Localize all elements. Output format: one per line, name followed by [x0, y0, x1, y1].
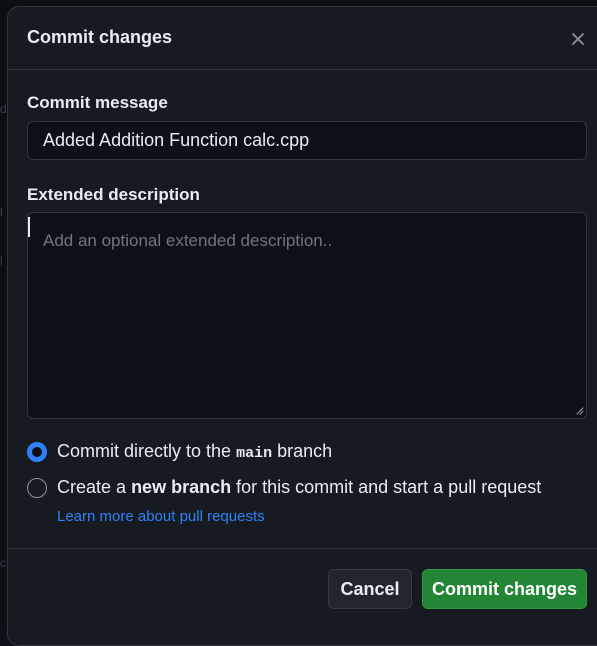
new-branch-label: Create a new branch for this commit and … [57, 477, 542, 497]
radio-unchecked-icon[interactable] [27, 477, 47, 498]
close-button[interactable] [565, 26, 591, 52]
dialog-header: Commit changes [7, 6, 597, 70]
learn-more-link[interactable]: Learn more about pull requests [57, 508, 265, 525]
text-caret [28, 217, 30, 237]
commit-message-input[interactable] [27, 121, 587, 160]
commit-message-label: Commit message [27, 93, 168, 112]
extended-description-textarea[interactable] [27, 212, 587, 419]
new-branch-option[interactable]: Create a new branch for this commit and … [27, 477, 541, 498]
new-branch-emphasis: new branch [131, 477, 232, 497]
commit-changes-button[interactable]: Commit changes [422, 569, 587, 609]
background-fragment: l [0, 254, 3, 268]
background-fragment: l [0, 205, 3, 219]
commit-direct-label: Commit directly to the main branch [57, 441, 333, 462]
branch-name: main [236, 445, 273, 462]
commit-direct-option[interactable]: Commit directly to the main branch [27, 441, 332, 462]
footer-divider [7, 548, 597, 549]
dialog-title: Commit changes [27, 27, 173, 47]
radio-checked-icon[interactable] [27, 441, 47, 462]
extended-description-label: Extended description [27, 185, 200, 204]
background-fragment: d [0, 102, 7, 116]
cancel-button[interactable]: Cancel [328, 569, 412, 609]
background-fragment: c [0, 556, 6, 570]
resize-grip-icon[interactable] [574, 405, 584, 415]
close-icon [572, 33, 584, 45]
